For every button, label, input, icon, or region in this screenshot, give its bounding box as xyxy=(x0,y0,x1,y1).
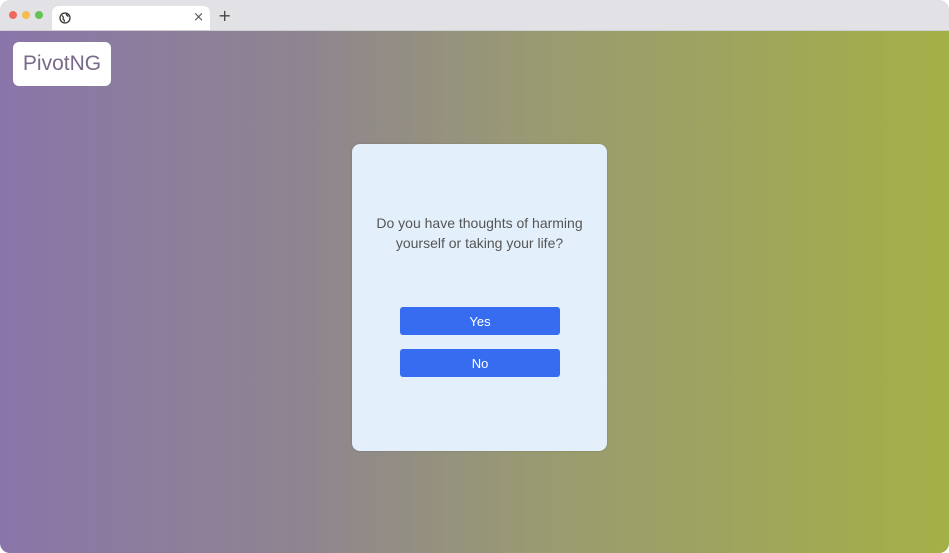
close-window-button[interactable] xyxy=(9,11,17,19)
logo[interactable]: PivotNG xyxy=(13,42,111,86)
globe-icon xyxy=(59,12,71,24)
question-card: Do you have thoughts of harming yourself… xyxy=(352,144,607,451)
new-tab-button[interactable]: + xyxy=(218,7,231,25)
browser-tab[interactable]: × xyxy=(52,6,210,30)
question-text: Do you have thoughts of harming yourself… xyxy=(376,215,583,251)
no-button[interactable]: No xyxy=(400,349,560,377)
browser-titlebar: × + xyxy=(0,0,949,31)
minimize-window-button[interactable] xyxy=(22,11,30,19)
page-viewport: PivotNG Do you have thoughts of harming … xyxy=(0,31,949,553)
zoom-window-button[interactable] xyxy=(35,11,43,19)
yes-button[interactable]: Yes xyxy=(400,307,560,335)
browser-window: × + PivotNG Do you have thoughts of harm… xyxy=(0,0,949,553)
close-tab-icon[interactable]: × xyxy=(193,9,204,27)
